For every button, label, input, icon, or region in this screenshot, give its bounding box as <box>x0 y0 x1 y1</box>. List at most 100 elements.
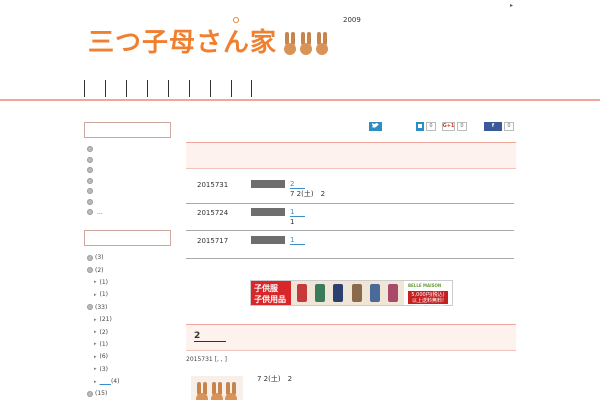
garment-icon <box>351 284 362 302</box>
archive-item[interactable]: ▸ (1) <box>84 289 172 301</box>
bunny-illustration <box>283 32 331 58</box>
nav-item[interactable] <box>168 80 189 97</box>
bullet-icon <box>87 267 93 274</box>
archive-count: (4) <box>110 378 120 386</box>
archive-count: (1) <box>99 291 109 299</box>
archive-item[interactable]: (15) <box>84 388 172 400</box>
nav-item[interactable] <box>231 80 252 97</box>
shipping-offer: 5,000円(税込) 以上送料無料! 100〜160cm <box>408 291 448 310</box>
bunny-icon <box>283 32 297 58</box>
category-badge[interactable] <box>251 208 285 216</box>
bullet-icon <box>87 177 93 184</box>
sidebar: ... (3) (2) ▸ (1) ▸ (1) (33) ▸ (21) ▸ (2) ▸ (1) ▸ (6) ▸… <box>84 122 172 400</box>
garment-icon <box>387 284 398 302</box>
post-date: 2015717 <box>197 237 229 245</box>
list-item[interactable] <box>84 144 172 155</box>
site-header: 三つ子母さん家 2009 ▸ <box>0 0 600 101</box>
hatena-count: 0 <box>426 121 436 131</box>
post-title-link[interactable]: 2 <box>290 180 305 189</box>
banner-offer: BELLE MAISON 5,000円(税込) 以上送料無料! 100〜160c… <box>404 281 452 310</box>
share-bar <box>369 121 382 131</box>
archive-item[interactable]: ▸ (4) <box>84 375 172 387</box>
facebook-share-button[interactable]: f <box>484 121 502 131</box>
post-title-link[interactable]: 1 <box>290 208 305 217</box>
triangle-icon: ▸ <box>94 316 97 323</box>
nav-item[interactable] <box>105 80 126 97</box>
more-link[interactable]: ... <box>97 209 103 216</box>
nav-item[interactable] <box>84 80 105 97</box>
article-title[interactable]: 2 <box>194 332 226 342</box>
twitter-bird-icon <box>372 123 379 128</box>
list-item[interactable] <box>84 155 172 166</box>
header-year: 2009 <box>343 16 361 24</box>
brand-name: BELLE MAISON <box>408 283 442 288</box>
table-row: 2015724 1 1 <box>186 204 514 231</box>
share-facebook: f 0 <box>484 121 514 131</box>
triangle-icon: ▸ <box>94 353 97 360</box>
archive-item[interactable]: ▸ (1) <box>84 276 172 288</box>
article-thumbnail[interactable] <box>191 376 243 400</box>
banner-line-1: 子供服 <box>254 284 278 293</box>
archive-item[interactable]: ▸ (21) <box>84 313 172 325</box>
corner-arrow-icon[interactable]: ▸ <box>510 2 513 9</box>
garment-icon <box>297 284 308 302</box>
bunny-icon <box>195 382 208 400</box>
archive-count: (3) <box>99 365 109 373</box>
archive-item[interactable]: ▸ (6) <box>84 351 172 363</box>
nav-item[interactable] <box>147 80 168 97</box>
post-title-link[interactable]: 1 <box>290 236 305 245</box>
post-excerpt: 1 <box>290 218 295 226</box>
facebook-count: 0 <box>504 121 514 131</box>
bullet-icon <box>87 254 93 261</box>
category-badge[interactable] <box>251 236 285 244</box>
twitter-share-button[interactable] <box>369 121 382 131</box>
archive-item[interactable]: (3) <box>84 252 172 264</box>
offer-sizes: 100〜160cm <box>412 304 444 310</box>
garment-icon <box>333 284 344 302</box>
site-logo[interactable]: 三つ子母さん家 <box>88 22 331 58</box>
gplus-button[interactable]: G+1 <box>442 121 455 131</box>
hatena-bookmark-button[interactable] <box>416 121 424 131</box>
article-meta: 2015731 [, , ] <box>186 356 227 363</box>
header-divider <box>0 99 600 101</box>
sidebar-search-input[interactable] <box>84 122 171 138</box>
banner-title: 子供服 子供用品 <box>251 281 291 305</box>
archive-count: (2) <box>95 266 104 274</box>
post-excerpt: 7 2(土) 2 <box>290 190 326 198</box>
triangle-icon: ▸ <box>94 329 97 336</box>
triangle-icon: ▸ <box>94 378 97 385</box>
archive-item[interactable]: ▸ (2) <box>84 326 172 338</box>
nav-item[interactable] <box>210 80 231 97</box>
share-hatena: 0 <box>416 121 436 131</box>
garment-icon <box>369 284 380 302</box>
list-item[interactable]: ... <box>84 207 172 218</box>
table-row: 2015717 1 <box>186 231 514 259</box>
archive-count: (15) <box>95 390 108 398</box>
triangle-icon: ▸ <box>94 341 97 348</box>
nav-item[interactable] <box>189 80 210 97</box>
triangle-icon: ▸ <box>94 291 97 298</box>
category-badge[interactable] <box>251 180 285 188</box>
ad-banner[interactable]: 子供服 子供用品 BELLE MAISON 5,000円(税込) 以上送料無料!… <box>250 280 453 310</box>
archive-item[interactable]: (33) <box>84 301 172 313</box>
archive-item[interactable]: ▸ (1) <box>84 338 172 350</box>
bullet-icon <box>87 198 93 205</box>
archive-item[interactable]: (2) <box>84 264 172 276</box>
section-header-band <box>186 142 516 169</box>
list-item[interactable] <box>84 176 172 187</box>
article-header-band <box>186 324 516 351</box>
archive-link[interactable] <box>100 378 111 385</box>
sidebar-select-box[interactable] <box>84 229 171 246</box>
archive-item[interactable]: ▸ (3) <box>84 363 172 375</box>
triangle-icon: ▸ <box>94 366 97 373</box>
bullet-icon <box>87 167 93 174</box>
list-item[interactable] <box>84 197 172 208</box>
garment-icon <box>315 284 326 302</box>
bookmark-icon <box>418 124 422 128</box>
bullet-icon <box>87 156 93 163</box>
list-item[interactable] <box>84 186 172 197</box>
archive-count: (6) <box>99 353 109 361</box>
list-item[interactable] <box>84 165 172 176</box>
nav-item[interactable] <box>126 80 147 97</box>
bullet-icon <box>87 209 93 216</box>
